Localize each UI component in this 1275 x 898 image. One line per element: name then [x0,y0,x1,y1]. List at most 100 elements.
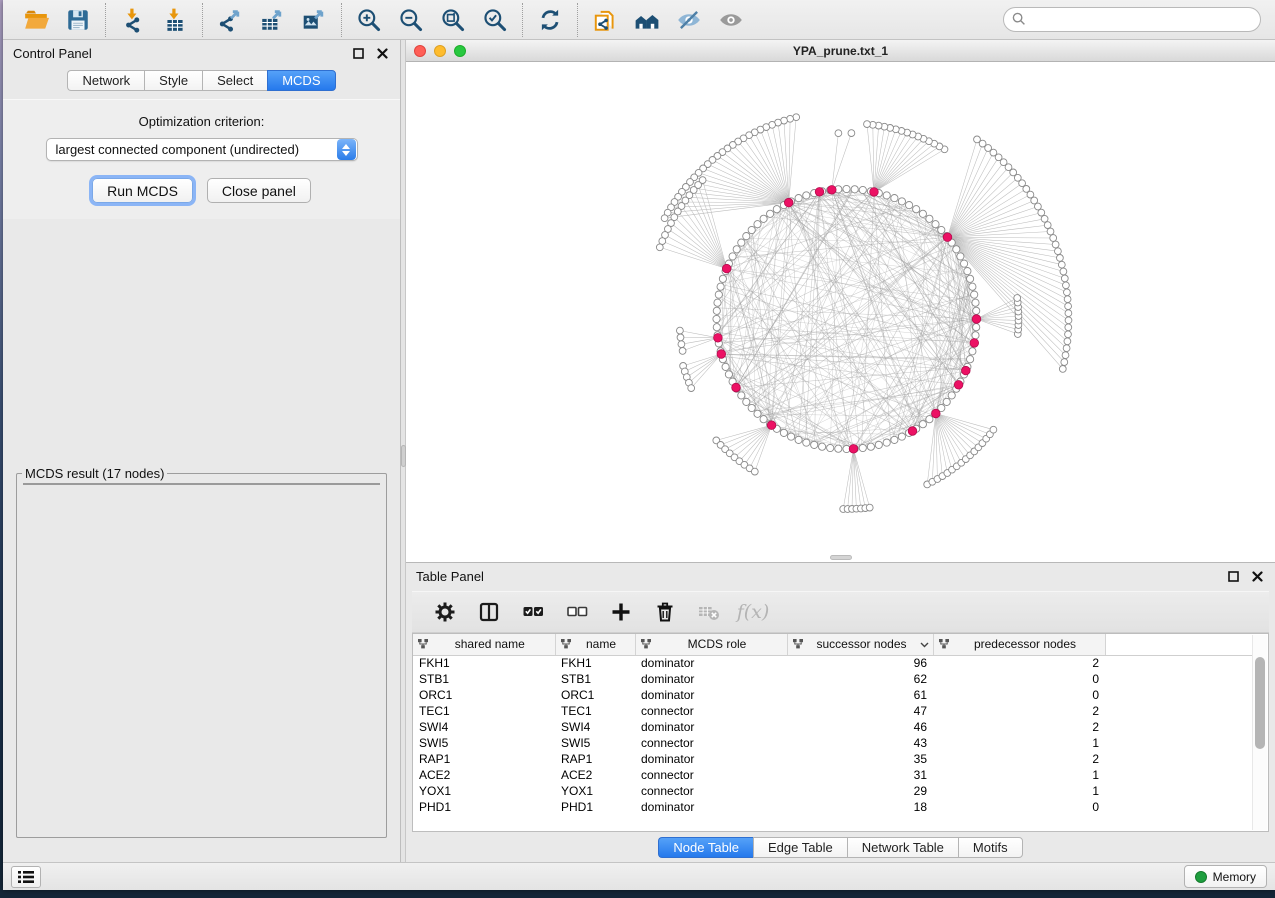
close-panel-button[interactable]: Close panel [207,178,311,203]
columns-icon[interactable] [476,599,502,625]
deselect-all-icon[interactable] [564,599,590,625]
float-table-panel-icon[interactable] [1225,568,1241,584]
tab-motifs[interactable]: Motifs [958,837,1023,858]
first-neighbors-icon[interactable] [632,5,662,35]
column-header-name[interactable]: name [555,634,635,655]
column-header-predecessor-nodes[interactable]: predecessor nodes [933,634,1105,655]
list-icon [17,870,35,884]
memory-button[interactable]: Memory [1184,865,1267,888]
mcds-hub-node [828,186,837,195]
export-table-icon[interactable] [257,5,287,35]
optimization-criterion-label: Optimization criterion: [3,114,400,129]
window-minimize-icon[interactable] [434,45,446,57]
toolbar-group [9,3,105,37]
horizontal-splitter-handle[interactable] [830,555,852,560]
tab-network[interactable]: Network [67,70,144,91]
column-header-shared-name[interactable]: shared name [413,634,555,655]
table-row[interactable]: YOX1YOX1connector291 [413,783,1266,799]
cell-mcds_role: connector [635,767,787,783]
mcds-hub-node [954,381,963,390]
cell-predecessor_nodes: 1 [933,783,1105,799]
window-maximize-icon[interactable] [454,45,466,57]
column-header-filler [1105,634,1266,655]
cell-name: RAP1 [555,751,635,767]
table-row[interactable]: ACE2ACE2connector311 [413,767,1266,783]
attribute-icon [417,638,429,650]
float-panel-icon[interactable] [350,45,366,61]
table-row[interactable]: RAP1RAP1dominator352 [413,751,1266,767]
cell-successor_nodes: 62 [787,671,933,687]
cell-name: PHD1 [555,799,635,815]
close-panel-icon[interactable] [374,45,390,61]
mcds-result-list[interactable]: PHD1CAR1STP4TID3YOX1SWI4SRD1PMA2FKH1ACE2… [23,483,380,485]
hide-selected-icon[interactable] [674,5,704,35]
tab-edge-table[interactable]: Edge Table [753,837,847,858]
column-header-MCDS-role[interactable]: MCDS role [635,634,787,655]
table-row[interactable]: ORC1ORC1dominator610 [413,687,1266,703]
table-toolbar: f(x) [412,591,1269,633]
task-history-button[interactable] [11,866,41,888]
cell-mcds_role: dominator [635,751,787,767]
table-row[interactable]: PHD1PHD1dominator180 [413,799,1266,815]
column-header-successor-nodes[interactable]: successor nodes [787,634,933,655]
export-network-icon[interactable] [215,5,245,35]
cell-name: ACE2 [555,767,635,783]
cell-name: TEC1 [555,703,635,719]
duplicate-network-icon[interactable] [590,5,620,35]
main-toolbar [3,0,1275,40]
window-close-icon[interactable] [414,45,426,57]
toolbar-group [105,3,202,37]
table-row[interactable]: FKH1FKH1dominator962 [413,655,1266,671]
add-row-icon[interactable] [608,599,634,625]
cell-name: STB1 [555,671,635,687]
delete-row-icon[interactable] [652,599,678,625]
mcds-hub-node [908,427,917,436]
cell-predecessor_nodes: 2 [933,751,1105,767]
table-row[interactable]: SWI4SWI4dominator462 [413,719,1266,735]
table-row[interactable]: SWI5SWI5connector431 [413,735,1266,751]
cell-predecessor_nodes: 0 [933,687,1105,703]
select-all-icon[interactable] [520,599,546,625]
tab-mcds[interactable]: MCDS [267,70,335,91]
search-icon [1012,12,1026,31]
open-file-icon[interactable] [21,5,51,35]
refresh-network-icon[interactable] [535,5,565,35]
toolbar-group [522,3,577,37]
network-canvas[interactable] [406,62,1275,562]
export-image-icon[interactable] [299,5,329,35]
zoom-selected-icon[interactable] [480,5,510,35]
mcds-hub-node [717,350,726,359]
search-input[interactable] [1003,7,1261,32]
cell-successor_nodes: 47 [787,703,933,719]
save-session-icon[interactable] [63,5,93,35]
tab-network-table[interactable]: Network Table [847,837,958,858]
cell-mcds_role: connector [635,735,787,751]
criterion-select[interactable]: largest connected component (undirected) [46,138,358,161]
import-table-icon[interactable] [160,5,190,35]
import-network-icon[interactable] [118,5,148,35]
zoom-in-icon[interactable] [354,5,384,35]
tab-style[interactable]: Style [144,70,202,91]
table-scrollbar[interactable] [1252,635,1267,830]
control-panel-title: Control Panel [13,46,342,61]
table-scrollbar-thumb[interactable] [1255,657,1265,749]
show-all-icon[interactable] [716,5,746,35]
table-row[interactable]: TEC1TEC1connector472 [413,703,1266,719]
criterion-select-value: largest connected component (undirected) [47,142,337,157]
cell-name: FKH1 [555,655,635,671]
close-table-panel-icon[interactable] [1249,568,1265,584]
zoom-fit-icon[interactable] [438,5,468,35]
toolbar-group [341,3,522,37]
cell-successor_nodes: 43 [787,735,933,751]
cell-mcds_role: connector [635,703,787,719]
tab-select[interactable]: Select [202,70,267,91]
cell-predecessor_nodes: 2 [933,719,1105,735]
mcds-hub-node [932,409,941,418]
run-mcds-button[interactable]: Run MCDS [92,178,193,203]
gear-icon[interactable] [432,599,458,625]
zoom-out-icon[interactable] [396,5,426,35]
tab-node-table[interactable]: Node Table [658,837,753,858]
cell-mcds_role: dominator [635,655,787,671]
cell-successor_nodes: 96 [787,655,933,671]
table-row[interactable]: STB1STB1dominator620 [413,671,1266,687]
